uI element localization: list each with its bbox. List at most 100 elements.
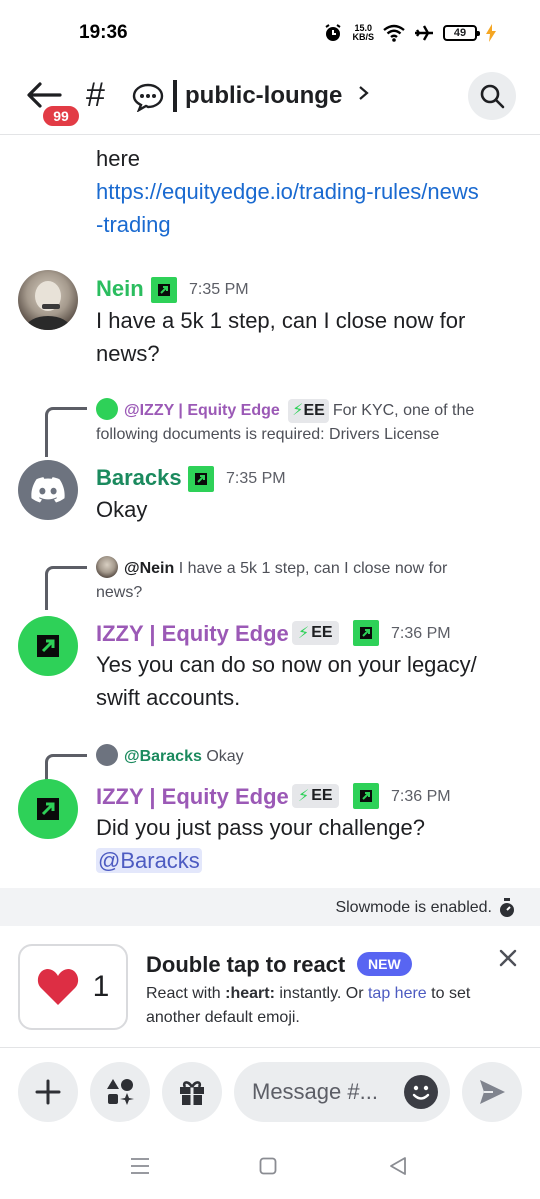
equity-edge-badge: [353, 620, 379, 646]
avatar-baracks[interactable]: [18, 460, 78, 520]
clock: 19:36: [79, 22, 128, 43]
reply-avatar: [96, 556, 118, 578]
message-composer: Message #...: [0, 1048, 540, 1143]
charging-icon: [486, 24, 496, 42]
author-izzy[interactable]: IZZY | Equity Edge: [96, 784, 289, 810]
tip-title: Double tap to react: [146, 952, 346, 977]
message-link[interactable]: https://equityedge.io/trading-rules/news: [96, 175, 479, 208]
ee-tag: ⚡ EE: [292, 621, 339, 645]
avatar-izzy[interactable]: [18, 779, 78, 839]
alarm-icon: [325, 24, 342, 41]
equity-edge-logo-icon: [158, 284, 170, 296]
send-button[interactable]: [462, 1062, 522, 1122]
equity-edge-badge: [353, 783, 379, 809]
add-attachment-button[interactable]: [18, 1062, 78, 1122]
reply-author: @Baracks: [124, 748, 202, 765]
message-link-continued[interactable]: -trading: [96, 208, 171, 241]
apps-button[interactable]: [90, 1062, 150, 1122]
equity-edge-badge: [188, 466, 214, 492]
message-text: Okay: [96, 497, 148, 522]
user-photo-icon: [26, 281, 70, 330]
separator: [173, 80, 177, 112]
search-icon: [480, 84, 505, 109]
ee-tag: ⚡ EE: [292, 784, 339, 808]
reply-connector: [45, 566, 87, 610]
timestamp: 7:35 PM: [189, 281, 249, 298]
tip-body: React with :heart: instantly. Or tap her…: [146, 985, 471, 1026]
author-baracks[interactable]: Baracks: [96, 465, 182, 491]
message-text: Did you just pass your challenge?: [96, 815, 425, 840]
avatar-izzy[interactable]: [18, 616, 78, 676]
equity-edge-logo-icon: [37, 635, 59, 657]
message-text: Yes you can do so now on your legacy/: [96, 652, 477, 677]
net-speed: 15.0 KB/S: [352, 23, 374, 42]
reply-preview[interactable]: @IZZY | Equity Edge ⚡EE For KYC, one of t…: [96, 398, 516, 447]
discord-logo-icon: [31, 477, 65, 503]
channel-name[interactable]: public-lounge: [185, 82, 342, 110]
timestamp: 7:36 PM: [391, 788, 451, 805]
reply-connector: [45, 407, 87, 457]
wifi-icon: [383, 24, 405, 42]
lightning-icon: ⚡: [298, 788, 310, 805]
author-nein[interactable]: Nein: [96, 276, 144, 302]
stopwatch-icon: [500, 898, 514, 917]
timestamp: 7:36 PM: [391, 625, 451, 642]
speech-bubble-icon: [132, 83, 164, 112]
message-text: news?: [96, 341, 160, 366]
slowmode-text: Slowmode is enabled.: [335, 899, 492, 916]
heart-reaction-preview[interactable]: 1: [18, 944, 128, 1030]
close-icon[interactable]: [494, 944, 522, 972]
smiley-icon: [412, 1085, 430, 1100]
channel-header: 99 # public-lounge: [0, 70, 540, 135]
reaction-count: 1: [92, 970, 110, 1003]
airplane-icon: [415, 25, 433, 41]
status-icons: 15.0 KB/S 49: [323, 22, 496, 44]
plus-icon: [35, 1079, 61, 1105]
emoji-button[interactable]: [404, 1075, 438, 1109]
user-mention[interactable]: @Baracks: [96, 848, 202, 873]
reply-author: @Nein: [124, 560, 175, 577]
equity-edge-logo-icon: [37, 798, 59, 820]
message-text: I have a 5k 1 step, can I close now for: [96, 308, 466, 333]
hash-icon: #: [86, 76, 105, 114]
reply-author: @IZZY | Equity Edge: [124, 402, 280, 419]
equity-edge-badge: [151, 277, 177, 303]
new-badge: NEW: [357, 952, 412, 976]
message-input[interactable]: Message #...: [234, 1062, 450, 1122]
gift-icon: [180, 1081, 204, 1105]
reply-tag: ⚡EE: [288, 399, 329, 423]
home-icon[interactable]: [259, 1157, 277, 1175]
menu-icon[interactable]: [130, 1157, 150, 1175]
battery-icon: 49: [443, 25, 480, 41]
status-bar: 19:36 15.0 KB/S 49: [0, 0, 540, 70]
heart-icon: [37, 969, 78, 1005]
unread-badge: 99: [40, 103, 82, 129]
avatar-nein[interactable]: [18, 270, 78, 330]
reply-avatar: [96, 744, 118, 766]
tap-here-link[interactable]: tap here: [368, 985, 427, 1002]
equity-edge-logo-icon: [195, 473, 207, 485]
message-placeholder: Message #...: [252, 1079, 378, 1104]
equity-edge-logo-icon: [360, 790, 372, 802]
lightning-icon: ⚡: [298, 625, 310, 642]
lightning-icon: ⚡: [292, 402, 304, 419]
gift-button[interactable]: [162, 1062, 222, 1122]
reply-preview[interactable]: @Baracks Okay: [96, 744, 516, 769]
message-list[interactable]: here https://equityedge.io/trading-rules…: [0, 136, 540, 888]
message-text: swift accounts.: [96, 685, 241, 710]
author-izzy[interactable]: IZZY | Equity Edge: [96, 621, 289, 647]
search-button[interactable]: [468, 72, 516, 120]
message-text: here: [96, 146, 141, 171]
message-mention-line: @Baracks: [96, 844, 202, 877]
reply-preview[interactable]: @Nein I have a 5k 1 step, can I close no…: [96, 556, 516, 605]
reply-avatar: [96, 398, 118, 420]
react-tip-card: 1 Double tap to react NEW React with :he…: [0, 926, 540, 1048]
send-icon: [480, 1080, 505, 1104]
chevron-right-icon[interactable]: [357, 82, 371, 104]
apps-icon: [107, 1079, 134, 1105]
timestamp: 7:35 PM: [226, 470, 286, 487]
equity-edge-logo-icon: [360, 627, 372, 639]
back-triangle-icon[interactable]: [388, 1156, 408, 1176]
system-nav-bar: [0, 1143, 540, 1199]
slowmode-bar: Slowmode is enabled.: [0, 888, 540, 926]
